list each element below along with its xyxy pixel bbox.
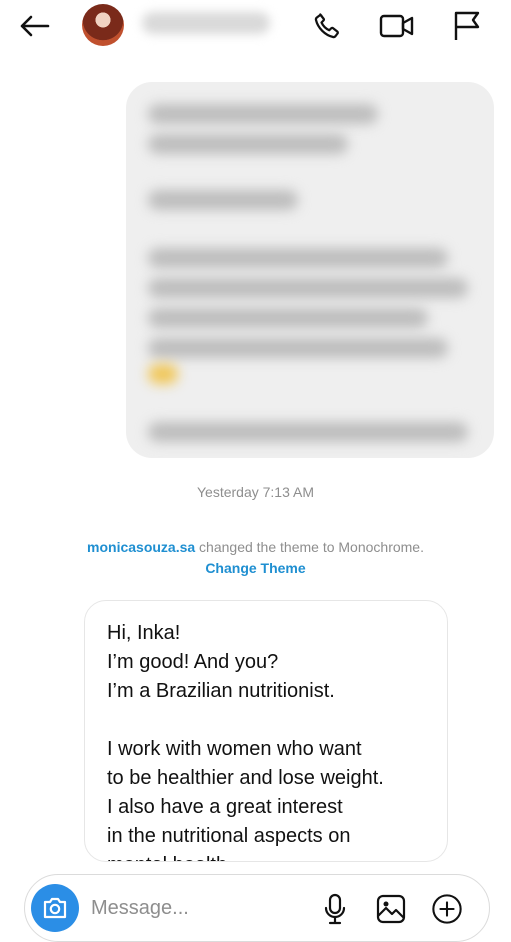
- message-timestamp: Yesterday 7:13 AM: [196, 484, 314, 500]
- camera-icon[interactable]: [31, 884, 79, 932]
- message-line: I’m a Brazilian nutritionist.: [107, 680, 335, 702]
- message-line: mental health: [107, 851, 384, 861]
- phone-icon[interactable]: [309, 8, 345, 44]
- theme-change-notice: monicasouza.sa changed the theme to Mono…: [0, 539, 511, 555]
- message-composer: [24, 874, 490, 942]
- message-line: Hi, Inka!: [107, 622, 181, 644]
- chat-header: [0, 0, 511, 52]
- message-line: I’m good! And you?: [107, 651, 279, 673]
- avatar[interactable]: [82, 4, 124, 46]
- microphone-icon[interactable]: [319, 893, 351, 925]
- sent-message-text: Hi, Inka! I’m good! And you? I’m a Brazili…: [107, 619, 384, 861]
- theme-change-text: changed the theme to Monochrome.: [195, 539, 424, 555]
- message-line: I work with women who want: [107, 738, 362, 760]
- message-input[interactable]: [91, 893, 301, 923]
- message-line: to be healthier and lose weight.: [107, 767, 384, 789]
- plus-circle-icon[interactable]: [431, 893, 463, 925]
- sent-message-bubble[interactable]: Hi, Inka! I’m good! And you? I’m a Brazili…: [84, 600, 448, 862]
- message-line: in the nutritional aspects on: [107, 825, 351, 847]
- theme-change-username[interactable]: monicasouza.sa: [87, 539, 195, 555]
- received-message-blurred: [126, 82, 494, 458]
- message-line: I also have a great interest: [107, 796, 343, 818]
- change-theme-link[interactable]: Change Theme: [0, 560, 511, 576]
- image-icon[interactable]: [375, 893, 407, 925]
- arrow-left-icon[interactable]: [16, 8, 52, 44]
- message-line: [107, 706, 384, 735]
- video-camera-icon[interactable]: [379, 8, 415, 44]
- flag-icon[interactable]: [449, 8, 485, 44]
- contact-name-blurred[interactable]: [142, 12, 270, 34]
